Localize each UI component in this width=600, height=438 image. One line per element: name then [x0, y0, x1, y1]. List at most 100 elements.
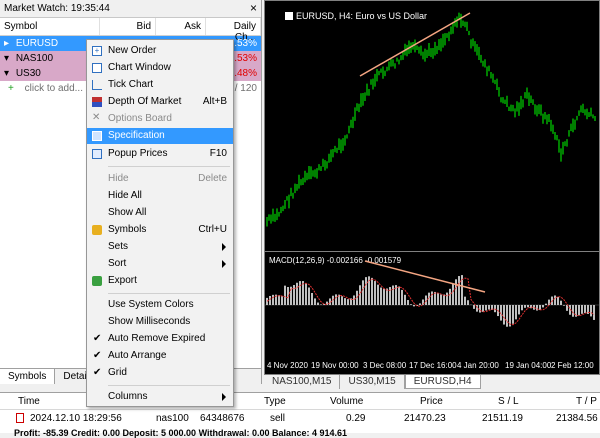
- close-icon[interactable]: ×: [250, 1, 257, 15]
- trend-line: [359, 12, 471, 77]
- chart-window[interactable]: EURUSD, H4: Euro vs US Dollar MACD(12,26…: [264, 0, 600, 375]
- table-row[interactable]: 2024.12.10 18:29:56 nas100 64348676 sell…: [0, 410, 600, 426]
- order-volume: 0.29: [346, 412, 366, 424]
- macd-trend-line: [364, 260, 486, 293]
- menu-item-popup-prices[interactable]: Popup Prices F10: [87, 146, 233, 162]
- column-bid[interactable]: Bid: [100, 18, 156, 35]
- checkmark-icon: ✔: [93, 367, 102, 378]
- column-sl[interactable]: S / L: [498, 393, 519, 410]
- checkmark-icon: ✔: [93, 350, 102, 361]
- menu-item-grid[interactable]: ✔ Grid: [87, 365, 233, 381]
- menu-item-sets[interactable]: Sets: [87, 239, 233, 255]
- add-symbol: + click to add...: [0, 83, 100, 94]
- order-time: 2024.12.10 18:29:56: [30, 412, 122, 424]
- shortcut-label: Ctrl+U: [198, 224, 227, 235]
- shortcut-label: F10: [209, 148, 227, 159]
- balance-summary: Profit: -85.39 Credit: 0.00 Deposit: 5 0…: [14, 428, 348, 438]
- price-chart: [266, 12, 596, 227]
- submenu-arrow-icon: [222, 243, 226, 251]
- menu-item-label: Chart Window: [108, 62, 171, 73]
- menu-item-label: New Order: [108, 45, 157, 56]
- column-time[interactable]: Time: [18, 393, 40, 410]
- market-watch-header: Symbol Bid Ask Daily Ch...: [0, 18, 261, 43]
- menu-separator: [108, 166, 230, 167]
- context-menu: + New Order Chart Window Tick Chart Dept…: [86, 39, 234, 407]
- menu-item-label: Use System Colors: [108, 299, 194, 310]
- menu-item-new-order[interactable]: + New Order: [87, 43, 233, 59]
- menu-item-show-milliseconds[interactable]: Show Milliseconds: [87, 314, 233, 330]
- shortcut-label: Delete: [198, 173, 227, 184]
- menu-item-label: Export: [108, 275, 137, 286]
- order-sl: 21511.19: [482, 412, 523, 424]
- menu-item-label: Show Milliseconds: [108, 316, 191, 327]
- menu-item-label: Auto Remove Expired: [108, 333, 206, 344]
- menu-item-label: Depth Of Market: [108, 96, 182, 107]
- symbol-text: US30: [15, 68, 41, 79]
- plus-icon: +: [8, 83, 14, 94]
- time-label: 19 Jan 04:00: [505, 361, 552, 370]
- menu-item-label: Show All: [108, 207, 147, 218]
- menu-item-sort[interactable]: Sort: [87, 256, 233, 272]
- order-type: sell: [270, 412, 286, 424]
- tab-symbols[interactable]: Symbols: [0, 369, 56, 384]
- chart-tab-active[interactable]: EURUSD,H4: [404, 375, 481, 389]
- time-axis: 4 Nov 2020 19 Nov 00:00 3 Dec 08:00 17 D…: [265, 359, 600, 373]
- symbol-name: ▸ EURUSD: [0, 38, 100, 49]
- menu-item-label: Popup Prices: [108, 148, 168, 159]
- column-volume[interactable]: Volume: [330, 393, 363, 410]
- menu-item-depth-of-market[interactable]: Depth Of Market Alt+B: [87, 94, 233, 110]
- column-tp[interactable]: T / P: [576, 393, 597, 410]
- macd-chart: [265, 260, 599, 327]
- menu-item-chart-window[interactable]: Chart Window: [87, 60, 233, 76]
- shortcut-label: Alt+B: [202, 96, 227, 107]
- column-ask[interactable]: Ask: [156, 18, 206, 35]
- order-ticket: 64348676: [200, 412, 245, 424]
- options-icon: ✕: [92, 112, 101, 123]
- macd-signal-line: [266, 277, 595, 326]
- submenu-arrow-icon: [222, 260, 226, 268]
- menu-item-auto-arrange[interactable]: ✔ Auto Arrange: [87, 348, 233, 364]
- specification-icon: [92, 131, 102, 141]
- pane-divider: [265, 251, 599, 252]
- menu-item-specification[interactable]: Specification: [87, 128, 233, 144]
- symbol-text: EURUSD: [15, 38, 59, 49]
- menu-item-label: Specification: [108, 130, 165, 141]
- menu-item-label: Sets: [108, 241, 129, 252]
- column-daily-change[interactable]: Daily Ch...: [206, 18, 261, 43]
- time-label: 4 Jan 20:00: [457, 361, 499, 370]
- menu-item-auto-remove-expired[interactable]: ✔ Auto Remove Expired: [87, 331, 233, 347]
- time-label: 3 Dec 08:00: [363, 361, 407, 370]
- menu-item-hide-all[interactable]: Hide All: [87, 188, 233, 204]
- menu-item-label: Auto Arrange: [108, 350, 167, 361]
- menu-item-label: Columns: [108, 391, 148, 402]
- column-price[interactable]: Price: [420, 393, 443, 410]
- menu-item-show-all[interactable]: Show All: [87, 205, 233, 221]
- menu-item-label: Hide All: [108, 190, 142, 201]
- submenu-arrow-icon: [222, 393, 226, 401]
- chart-tab[interactable]: US30,M15: [340, 375, 405, 389]
- menu-item-tick-chart[interactable]: Tick Chart: [87, 77, 233, 93]
- chart-tabs: NAS100,M15 US30,M15 EURUSD,H4: [264, 375, 600, 389]
- menu-item-options-board[interactable]: ✕ Options Board: [87, 111, 233, 127]
- symbols-icon: [92, 225, 102, 235]
- menu-item-label: Options Board: [108, 113, 172, 124]
- menu-item-label: Symbols: [108, 224, 147, 235]
- time-label: 4 Nov 2020: [267, 361, 308, 370]
- time-label: 17 Dec 16:00: [409, 361, 457, 370]
- column-type[interactable]: Type: [264, 393, 286, 410]
- market-watch-title: Market Watch: 19:35:44: [4, 3, 110, 14]
- menu-item-symbols[interactable]: Symbols Ctrl+U: [87, 222, 233, 238]
- menu-item-columns[interactable]: Columns: [87, 389, 233, 405]
- menu-item-export[interactable]: Export: [87, 273, 233, 289]
- menu-item-label: Grid: [108, 367, 127, 378]
- order-price: 21470.23: [404, 412, 446, 424]
- chart-icon: [92, 63, 102, 73]
- symbol-count: / 120: [234, 83, 257, 94]
- menu-item-use-system-colors[interactable]: Use System Colors: [87, 297, 233, 313]
- column-symbol[interactable]: Symbol: [0, 18, 100, 35]
- popup-prices-icon: [92, 149, 102, 159]
- checkmark-icon: ✔: [93, 333, 102, 344]
- chart-tab[interactable]: NAS100,M15: [264, 375, 341, 389]
- menu-item-hide[interactable]: Hide Delete: [87, 171, 233, 187]
- order-symbol: nas100: [156, 412, 189, 424]
